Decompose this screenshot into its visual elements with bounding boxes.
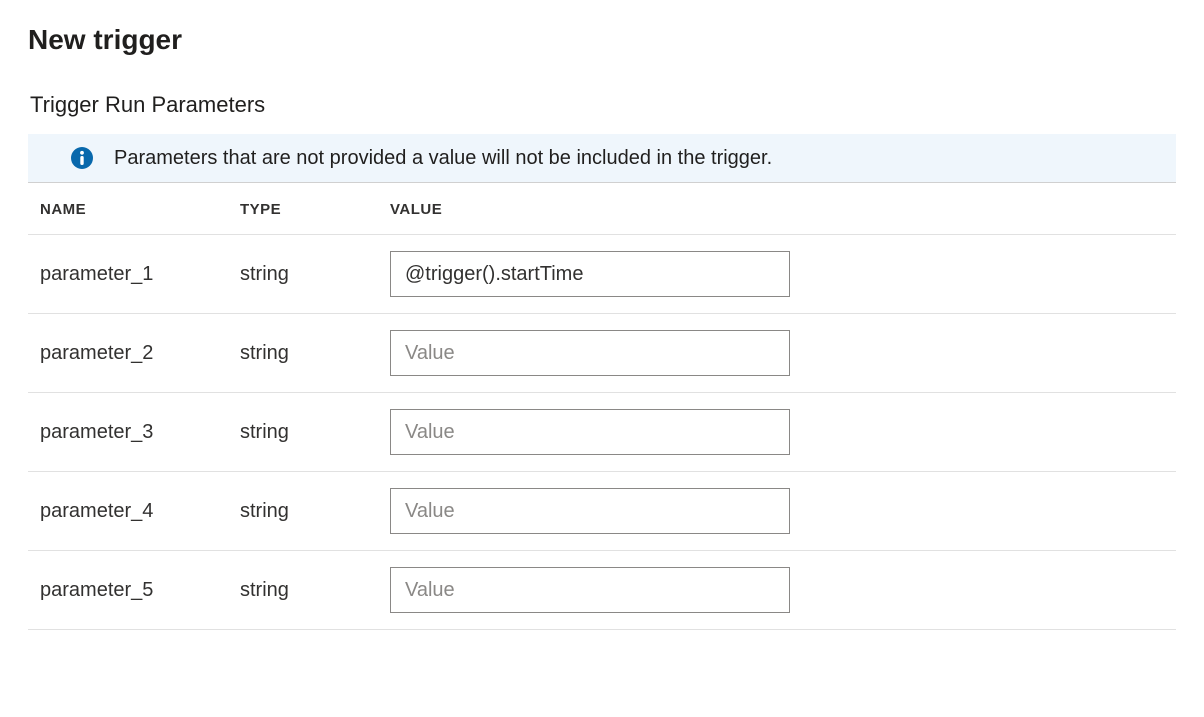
param-type: string xyxy=(228,314,378,393)
col-header-name: NAME xyxy=(28,183,228,235)
param-name: parameter_2 xyxy=(28,314,228,393)
param-type: string xyxy=(228,235,378,314)
section-title: Trigger Run Parameters xyxy=(28,92,1176,118)
param-value-input[interactable] xyxy=(390,567,790,613)
page-title: New trigger xyxy=(28,24,1176,56)
param-name: parameter_4 xyxy=(28,472,228,551)
param-value-input[interactable] xyxy=(390,409,790,455)
col-header-type: TYPE xyxy=(228,183,378,235)
info-banner: Parameters that are not provided a value… xyxy=(28,134,1176,183)
table-row: parameter_2 string xyxy=(28,314,1176,393)
param-value-cell xyxy=(378,551,1176,630)
table-row: parameter_1 string xyxy=(28,235,1176,314)
info-banner-text: Parameters that are not provided a value… xyxy=(114,147,772,170)
table-row: parameter_5 string xyxy=(28,551,1176,630)
param-value-input[interactable] xyxy=(390,251,790,297)
info-icon xyxy=(70,146,94,170)
table-row: parameter_4 string xyxy=(28,472,1176,551)
param-value-input[interactable] xyxy=(390,330,790,376)
param-value-cell xyxy=(378,235,1176,314)
col-header-value: VALUE xyxy=(378,183,1176,235)
param-value-cell xyxy=(378,393,1176,472)
param-value-input[interactable] xyxy=(390,488,790,534)
table-row: parameter_3 string xyxy=(28,393,1176,472)
param-type: string xyxy=(228,393,378,472)
param-value-cell xyxy=(378,314,1176,393)
param-name: parameter_5 xyxy=(28,551,228,630)
param-name: parameter_3 xyxy=(28,393,228,472)
parameters-table: NAME TYPE VALUE parameter_1 string param… xyxy=(28,183,1176,630)
param-type: string xyxy=(228,472,378,551)
param-name: parameter_1 xyxy=(28,235,228,314)
param-type: string xyxy=(228,551,378,630)
table-header-row: NAME TYPE VALUE xyxy=(28,183,1176,235)
param-value-cell xyxy=(378,472,1176,551)
